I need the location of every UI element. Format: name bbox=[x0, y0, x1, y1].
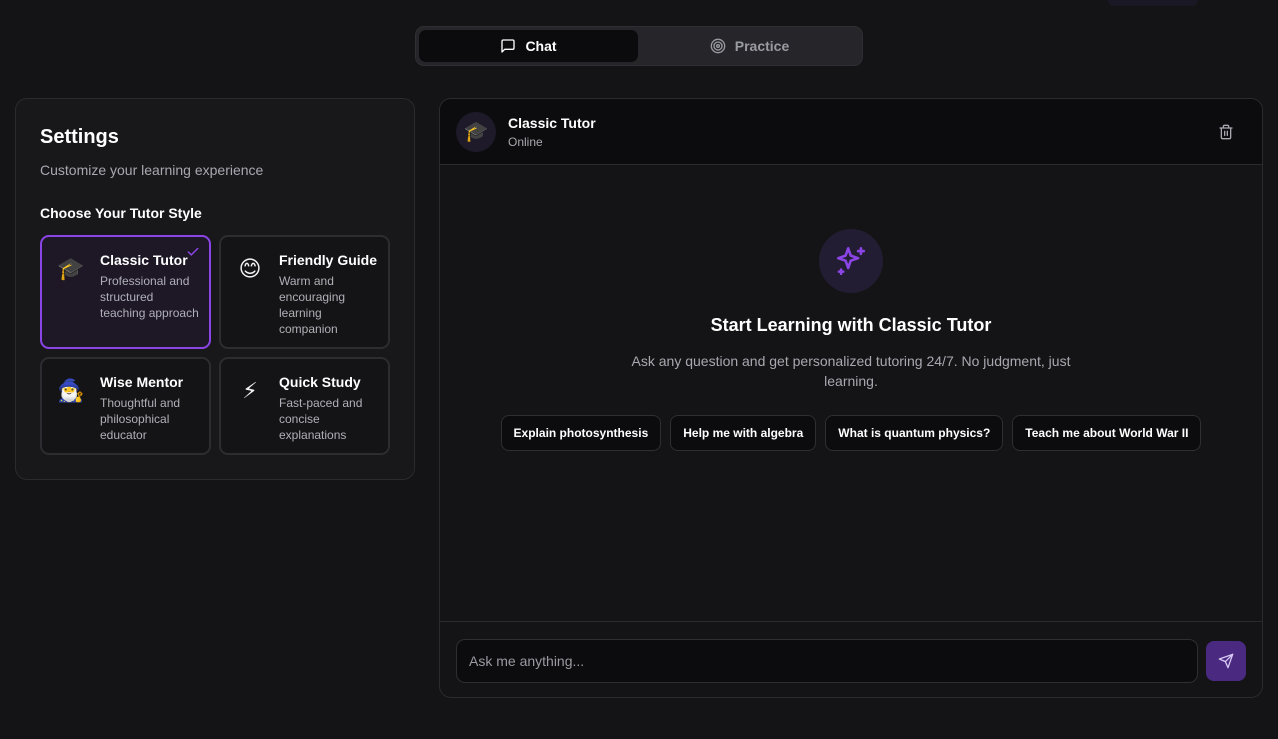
message-square-icon bbox=[501, 39, 516, 53]
tab-practice-label: Practice bbox=[734, 38, 790, 54]
empty-state-text: Ask any question and get personalized tu… bbox=[631, 353, 1071, 389]
mode-tabs: Chat Practice bbox=[415, 26, 863, 66]
suggestion-list: Explain photosynthesis Help me with alge… bbox=[440, 415, 1262, 451]
send-button[interactable] bbox=[1206, 640, 1246, 681]
tab-chat[interactable]: Chat bbox=[419, 30, 638, 62]
tutor-style-name: Quick Study bbox=[279, 374, 361, 390]
tutor-style-name: Friendly Guide bbox=[279, 252, 378, 268]
avatar: 🎓 bbox=[456, 111, 496, 152]
chat-header: 🎓 Classic Tutor Online bbox=[440, 99, 1262, 165]
tutor-style-desc: Fast-paced and concise explanations bbox=[279, 396, 363, 442]
tutor-style-desc: Warm and encouraging learning companion bbox=[279, 274, 346, 336]
tutor-style-heading: Choose Your Tutor Style bbox=[40, 205, 202, 221]
target-icon bbox=[710, 38, 726, 54]
tutor-style-quick-study[interactable]: ⚡ Quick Study Fast-paced and concise exp… bbox=[219, 357, 390, 455]
tab-chat-label: Chat bbox=[525, 38, 557, 54]
empty-state: Start Learning with Classic Tutor Ask an… bbox=[440, 229, 1262, 451]
settings-title: Settings bbox=[40, 126, 119, 148]
empty-state-title: Start Learning with Classic Tutor bbox=[710, 315, 992, 335]
suggestion-chip[interactable]: Help me with algebra bbox=[670, 415, 817, 451]
wizard-icon: 🧙‍♂️ bbox=[57, 378, 85, 403]
tutor-style-name: Wise Mentor bbox=[100, 374, 184, 390]
tutor-style-wise-mentor[interactable]: 🧙‍♂️ Wise Mentor Thoughtful and philosop… bbox=[40, 357, 211, 455]
tutor-style-classic-tutor[interactable]: 🎓 Classic Tutor Professional and structu… bbox=[40, 235, 211, 349]
graduation-cap-icon: 🎓 bbox=[57, 256, 85, 281]
tutor-style-friendly-guide[interactable]: 😊 Friendly Guide Warm and encouraging le… bbox=[219, 235, 390, 349]
status-text: Online bbox=[508, 134, 543, 149]
message-input[interactable] bbox=[456, 638, 1198, 683]
send-icon bbox=[1218, 653, 1234, 668]
settings-subtitle: Customize your learning experience bbox=[40, 162, 264, 178]
tutor-style-name: Classic Tutor bbox=[100, 252, 188, 268]
chat-panel: 🎓 Classic Tutor Online Start Learning wi… bbox=[439, 98, 1263, 698]
tutor-style-grid: 🎓 Classic Tutor Professional and structu… bbox=[40, 235, 390, 455]
suggestion-chip[interactable]: What is quantum physics? bbox=[825, 415, 1004, 451]
settings-panel: Settings Customize your learning experie… bbox=[15, 98, 415, 480]
app-root: Chat Practice Settings Customize your le… bbox=[0, 0, 1278, 739]
trash-icon[interactable] bbox=[1218, 124, 1234, 140]
suggestion-chip[interactable]: Explain photosynthesis bbox=[500, 415, 662, 451]
tab-practice[interactable]: Practice bbox=[640, 30, 859, 62]
smiling-face-icon: 😊 bbox=[238, 256, 262, 281]
chat-header-info: Classic Tutor Online bbox=[508, 115, 596, 149]
check-icon bbox=[187, 247, 199, 256]
sparkles-icon bbox=[836, 246, 866, 276]
tutor-style-desc: Thoughtful and philosophical educator bbox=[100, 396, 181, 442]
composer bbox=[440, 621, 1262, 697]
tutor-style-desc: Professional and structured teaching app… bbox=[100, 274, 199, 320]
lightning-icon: ⚡ bbox=[242, 378, 258, 403]
suggestion-chip[interactable]: Teach me about World War II bbox=[1012, 415, 1202, 451]
sparkles-badge bbox=[819, 229, 883, 293]
corner-decoration bbox=[1108, 0, 1198, 6]
tutor-name: Classic Tutor bbox=[508, 114, 596, 131]
